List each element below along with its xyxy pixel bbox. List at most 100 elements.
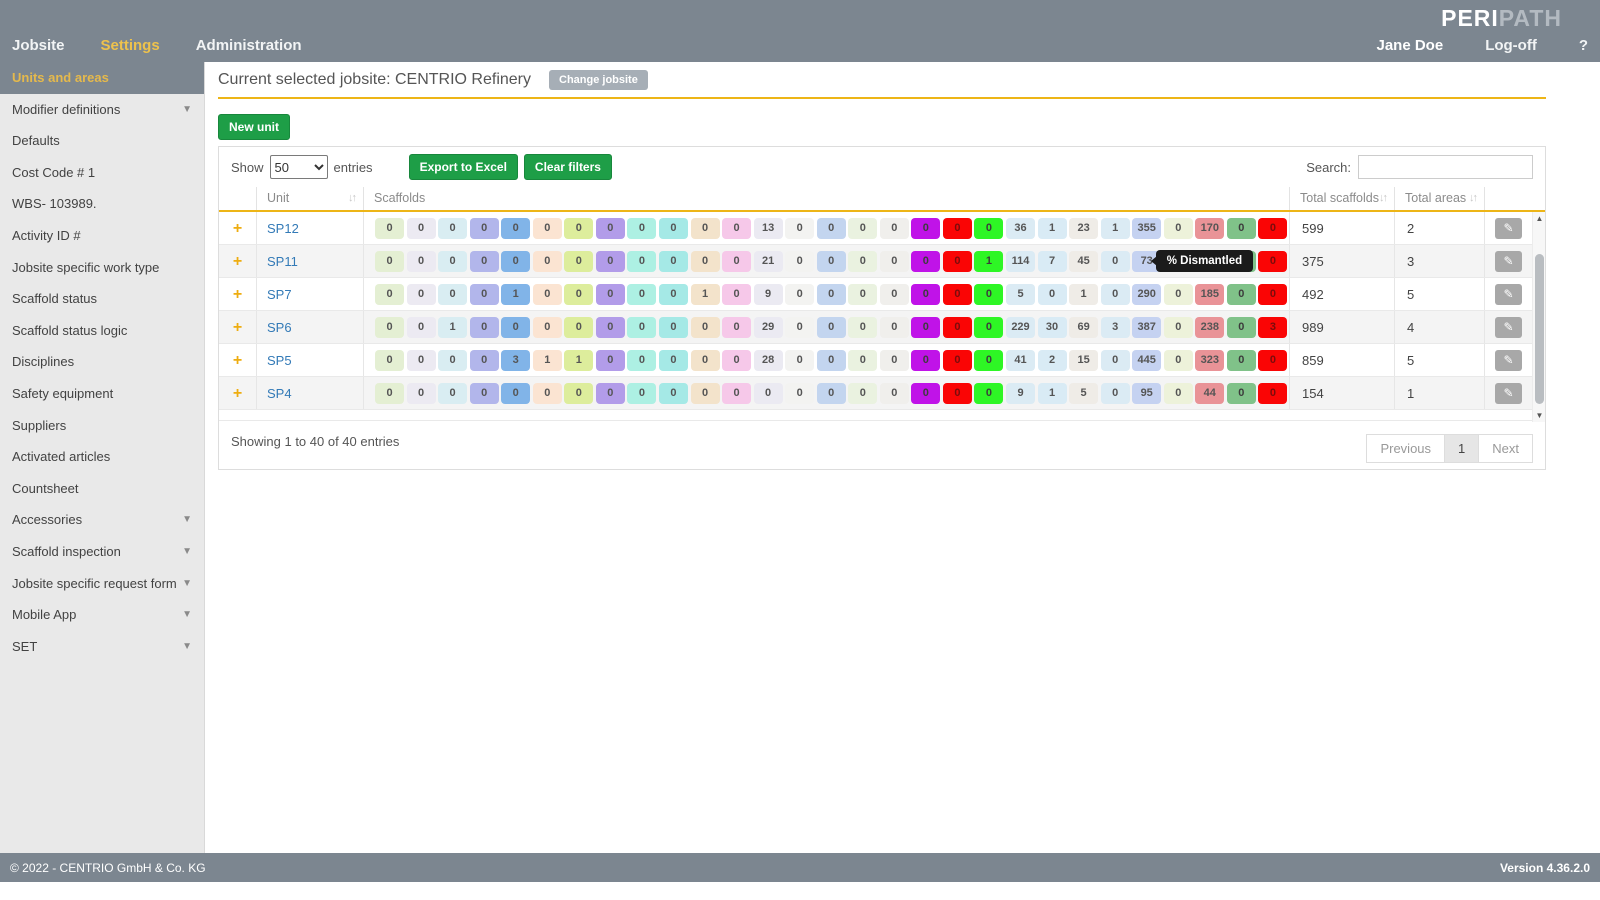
status-count-badge: 0	[596, 284, 625, 305]
sidebar-item-jobsite-specific-work-type[interactable]: Jobsite specific work type	[0, 252, 204, 284]
nav-item-settings[interactable]: Settings	[101, 37, 160, 54]
chevron-down-icon: ▼	[182, 599, 192, 631]
expand-row-icon[interactable]: +	[219, 245, 256, 277]
user-name[interactable]: Jane Doe	[1376, 37, 1443, 54]
status-count-badge: 0	[817, 284, 846, 305]
status-count-badge: 0	[911, 383, 940, 404]
sidebar-item-countsheet[interactable]: Countsheet	[0, 473, 204, 505]
sidebar-item-activated-articles[interactable]: Activated articles	[0, 441, 204, 473]
previous-page-button[interactable]: Previous	[1366, 434, 1445, 463]
sort-icon: ↓↑	[348, 192, 355, 204]
export-excel-button[interactable]: Export to Excel	[409, 154, 518, 180]
status-count-badge: 0	[627, 317, 656, 338]
expand-row-icon[interactable]: +	[219, 212, 256, 244]
expand-row-icon[interactable]: +	[219, 377, 256, 409]
sidebar-item-safety-equipment[interactable]: Safety equipment	[0, 378, 204, 410]
status-count-badge: 0	[627, 251, 656, 272]
sidebar-item-defaults[interactable]: Defaults	[0, 125, 204, 157]
sidebar-item-units-and-areas[interactable]: Units and areas	[0, 62, 204, 94]
sidebar-item-modifier-definitions[interactable]: Modifier definitions▼	[0, 94, 204, 126]
page-1-button[interactable]: 1	[1444, 434, 1479, 463]
logoff-link[interactable]: Log-off	[1485, 37, 1537, 54]
scroll-down-icon[interactable]: ▼	[1533, 409, 1545, 422]
unit-link[interactable]: SP11	[267, 254, 298, 269]
status-count-badge: 0	[785, 218, 814, 239]
total-areas-column-header[interactable]: Total areas ↓↑	[1394, 187, 1484, 210]
status-count-badge: 0	[596, 251, 625, 272]
sidebar-item-wbs-103989-[interactable]: WBS- 103989.	[0, 188, 204, 220]
edit-unit-button[interactable]: ✎	[1495, 218, 1522, 239]
expand-column-header	[219, 187, 256, 210]
total-areas-cell: 5	[1394, 278, 1484, 310]
status-count-badge: 1	[438, 317, 467, 338]
nav-item-jobsite[interactable]: Jobsite	[12, 37, 65, 54]
jobsite-header: Current selected jobsite: CENTRIO Refine…	[218, 62, 1546, 99]
next-page-button[interactable]: Next	[1478, 434, 1533, 463]
change-jobsite-button[interactable]: Change jobsite	[549, 70, 648, 90]
expand-row-icon[interactable]: +	[219, 311, 256, 343]
scaffold-status-badges: 0000000000002100000011147450730% Dismant…	[363, 245, 1289, 277]
edit-unit-button[interactable]: ✎	[1495, 251, 1522, 272]
sidebar-item-activity-id-[interactable]: Activity ID #	[0, 220, 204, 252]
expand-row-icon[interactable]: +	[219, 278, 256, 310]
sidebar-item-mobile-app[interactable]: Mobile App▼	[0, 599, 204, 631]
sidebar-item-jobsite-specific-request-form[interactable]: Jobsite specific request form▼	[0, 568, 204, 600]
sidebar-item-scaffold-inspection[interactable]: Scaffold inspection▼	[0, 536, 204, 568]
new-unit-button[interactable]: New unit	[218, 114, 290, 140]
status-count-badge: 1	[691, 284, 720, 305]
status-count-badge: 5	[1069, 383, 1098, 404]
search-input[interactable]	[1358, 155, 1533, 179]
unit-link[interactable]: SP7	[267, 287, 292, 302]
sidebar-item-accessories[interactable]: Accessories▼	[0, 504, 204, 536]
status-count-badge: 0	[848, 251, 877, 272]
total-scaffolds-column-header[interactable]: Total scaffolds ↓↑	[1289, 187, 1394, 210]
status-count-badge: 0	[943, 383, 972, 404]
edit-unit-button[interactable]: ✎	[1495, 383, 1522, 404]
status-count-badge: 0	[880, 251, 909, 272]
sidebar-item-cost-code-1[interactable]: Cost Code # 1	[0, 157, 204, 189]
unit-link[interactable]: SP4	[267, 386, 292, 401]
status-count-badge: 0	[943, 350, 972, 371]
table-toolbar: Show 50 entries Export to Excel Clear fi…	[219, 147, 1545, 187]
scroll-up-icon[interactable]: ▲	[1533, 212, 1545, 225]
user-nav: Jane Doe Log-off ?	[1376, 37, 1588, 54]
unit-link[interactable]: SP5	[267, 353, 292, 368]
sidebar-item-suppliers[interactable]: Suppliers	[0, 410, 204, 442]
status-count-badge: 1	[974, 251, 1003, 272]
page-size-select[interactable]: 50	[270, 155, 328, 179]
help-icon[interactable]: ?	[1579, 37, 1588, 54]
status-count-badge: 1	[1101, 218, 1130, 239]
total-scaffolds-cell: 859	[1289, 344, 1394, 376]
edit-unit-button[interactable]: ✎	[1495, 317, 1522, 338]
vertical-scrollbar[interactable]: ▲ ▼	[1532, 212, 1545, 422]
status-count-badge: 0	[533, 383, 562, 404]
edit-unit-button[interactable]: ✎	[1495, 350, 1522, 371]
status-count-badge: 0	[627, 218, 656, 239]
sidebar-item-scaffold-status[interactable]: Scaffold status	[0, 283, 204, 315]
status-count-badge: 0	[564, 383, 593, 404]
scrollbar-thumb[interactable]	[1535, 254, 1544, 404]
status-count-badge: 0	[407, 284, 436, 305]
edit-cell: ✎	[1484, 212, 1532, 244]
sidebar-item-set[interactable]: SET▼	[0, 631, 204, 663]
status-count-badge: 0	[407, 251, 436, 272]
nav-item-administration[interactable]: Administration	[196, 37, 302, 54]
status-count-badge: 1	[533, 350, 562, 371]
sidebar-item-disciplines[interactable]: Disciplines	[0, 346, 204, 378]
unit-link[interactable]: SP12	[267, 221, 299, 236]
status-count-badge: 0	[375, 383, 404, 404]
clear-filters-button[interactable]: Clear filters	[524, 154, 612, 180]
status-count-badge: 445	[1132, 350, 1161, 371]
status-count-badge: 0	[1101, 383, 1130, 404]
sidebar-item-scaffold-status-logic[interactable]: Scaffold status logic	[0, 315, 204, 347]
status-count-badge: 0	[375, 284, 404, 305]
status-count-badge: 0	[659, 284, 688, 305]
search-label: Search:	[1306, 160, 1351, 175]
unit-column-header[interactable]: Unit ↓↑	[256, 187, 363, 210]
status-count-badge: 0	[1164, 383, 1193, 404]
logo-path: PATH	[1499, 5, 1562, 31]
expand-row-icon[interactable]: +	[219, 344, 256, 376]
edit-unit-button[interactable]: ✎	[1495, 284, 1522, 305]
status-count-badge: 0	[1101, 350, 1130, 371]
unit-link[interactable]: SP6	[267, 320, 292, 335]
